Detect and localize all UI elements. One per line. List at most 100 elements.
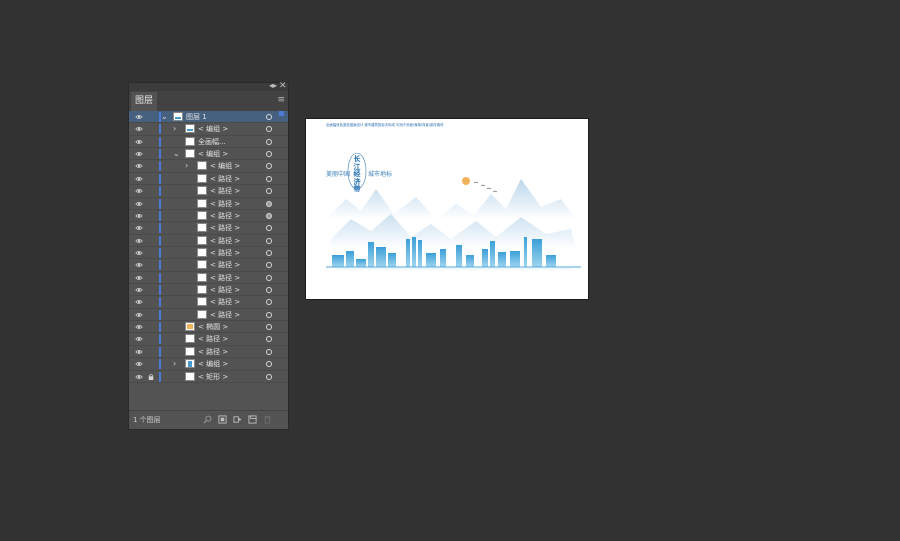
lock-toggle[interactable] — [148, 162, 154, 170]
eye-icon[interactable] — [135, 261, 143, 269]
eye-icon[interactable] — [135, 125, 143, 133]
layer-row[interactable]: < 路径 > — [129, 172, 288, 186]
target-icon[interactable] — [266, 212, 272, 219]
eye-icon[interactable] — [135, 249, 143, 257]
target-icon[interactable] — [266, 175, 272, 182]
layer-row[interactable]: ⌄ < 编组 > — [129, 148, 288, 161]
eye-icon[interactable] — [135, 113, 143, 121]
tab-layers[interactable]: 图层 — [131, 92, 157, 111]
target-icon[interactable] — [266, 311, 272, 318]
target-icon[interactable] — [266, 299, 272, 306]
layer-row[interactable]: < 路径 > — [129, 284, 288, 297]
eye-icon[interactable] — [135, 237, 143, 245]
lock-toggle[interactable] — [148, 187, 154, 195]
layer-row[interactable]: › < 编组 > — [129, 358, 288, 371]
layer-row[interactable]: 全画幅... — [129, 135, 288, 149]
lock-toggle[interactable] — [148, 311, 154, 319]
trash-icon[interactable] — [263, 415, 272, 424]
chevron-right-icon[interactable]: › — [173, 124, 176, 134]
target-icon[interactable] — [266, 287, 272, 294]
eye-icon[interactable] — [135, 212, 143, 220]
target-icon[interactable] — [266, 324, 272, 331]
layer-row[interactable]: < 路径 > — [129, 209, 288, 223]
eye-icon[interactable] — [135, 373, 143, 381]
eye-icon[interactable] — [135, 224, 143, 232]
target-icon[interactable] — [266, 188, 272, 195]
eye-icon[interactable] — [135, 323, 143, 331]
layer-row[interactable]: › < 编组 > — [129, 123, 288, 136]
lock-toggle[interactable] — [148, 360, 154, 368]
layer-row[interactable]: < 路径 > — [129, 197, 288, 210]
target-icon[interactable] — [266, 225, 272, 232]
lock-toggle[interactable] — [148, 212, 154, 220]
artboard[interactable]: 全画幅双色蓝色插画设计 城市建筑剪影天际线 可用于封面/海报/背景/宣传素材 美… — [306, 119, 588, 299]
eye-icon[interactable] — [135, 200, 143, 208]
target-icon[interactable] — [266, 361, 272, 368]
eye-icon[interactable] — [135, 138, 143, 146]
eye-icon[interactable] — [135, 187, 143, 195]
lock-toggle[interactable] — [148, 138, 154, 146]
panel-menu-icon[interactable]: ≡ — [277, 94, 285, 106]
layer-row[interactable]: ⌄ 图层 1 — [129, 111, 288, 124]
lock-toggle[interactable] — [148, 298, 154, 306]
eye-icon[interactable] — [135, 274, 143, 282]
layer-row[interactable]: < 路径 > — [129, 345, 288, 359]
lock-toggle[interactable] — [148, 274, 154, 282]
layer-row[interactable]: < 路径 > — [129, 333, 288, 346]
search-icon[interactable] — [203, 415, 212, 424]
lock-toggle[interactable] — [148, 261, 154, 269]
lock-toggle[interactable] — [148, 150, 154, 158]
target-icon[interactable] — [266, 348, 272, 355]
lock-toggle[interactable] — [148, 224, 154, 232]
layer-row[interactable]: › < 编组 > — [129, 160, 288, 173]
eye-icon[interactable] — [135, 335, 143, 343]
layer-row[interactable]: < 路径 > — [129, 185, 288, 198]
layer-row[interactable]: < 路径 > — [129, 259, 288, 272]
lock-toggle[interactable] — [148, 286, 154, 294]
eye-icon[interactable] — [135, 175, 143, 183]
layer-row[interactable]: < 路径 > — [129, 271, 288, 285]
target-icon[interactable] — [266, 200, 272, 207]
make-clipping-mask-icon[interactable] — [218, 415, 227, 424]
chevron-right-icon[interactable]: › — [185, 161, 188, 171]
lock-toggle[interactable] — [148, 125, 154, 133]
target-icon[interactable] — [266, 336, 272, 343]
new-sublayer-icon[interactable] — [233, 415, 242, 424]
target-icon[interactable] — [266, 274, 272, 281]
target-icon[interactable] — [266, 237, 272, 244]
lock-icon[interactable] — [148, 373, 154, 381]
eye-icon[interactable] — [135, 286, 143, 294]
lock-toggle[interactable] — [148, 175, 154, 183]
eye-icon[interactable] — [135, 348, 143, 356]
layer-row[interactable]: < 路径 > — [129, 234, 288, 247]
lock-toggle[interactable] — [148, 335, 154, 343]
target-icon[interactable] — [266, 262, 272, 269]
lock-toggle[interactable] — [148, 249, 154, 257]
layer-row[interactable]: < 矩形 > — [129, 370, 288, 383]
lock-toggle[interactable] — [148, 237, 154, 245]
target-icon[interactable] — [266, 249, 272, 256]
chevron-down-icon[interactable]: ⌄ — [161, 112, 168, 122]
new-layer-icon[interactable] — [248, 415, 257, 424]
lock-toggle[interactable] — [148, 323, 154, 331]
chevron-right-icon[interactable]: › — [173, 359, 176, 369]
target-icon[interactable] — [266, 151, 272, 158]
layer-row[interactable]: < 路径 > — [129, 296, 288, 309]
eye-icon[interactable] — [135, 311, 143, 319]
layer-row[interactable]: < 路径 > — [129, 222, 288, 235]
layer-row[interactable]: < 椭圆 > — [129, 321, 288, 334]
target-icon[interactable] — [266, 138, 272, 145]
target-icon[interactable] — [266, 114, 272, 120]
eye-icon[interactable] — [135, 298, 143, 306]
target-icon[interactable] — [266, 163, 272, 170]
close-icon[interactable]: ✕ — [279, 81, 287, 91]
eye-icon[interactable] — [135, 162, 143, 170]
eye-icon[interactable] — [135, 150, 143, 158]
eye-icon[interactable] — [135, 360, 143, 368]
layer-row[interactable]: < 路径 > — [129, 308, 288, 322]
lock-toggle[interactable] — [148, 348, 154, 356]
collapse-icon[interactable]: ◂▸ — [269, 81, 277, 91]
lock-toggle[interactable] — [148, 200, 154, 208]
target-icon[interactable] — [266, 373, 272, 380]
target-icon[interactable] — [266, 126, 272, 133]
